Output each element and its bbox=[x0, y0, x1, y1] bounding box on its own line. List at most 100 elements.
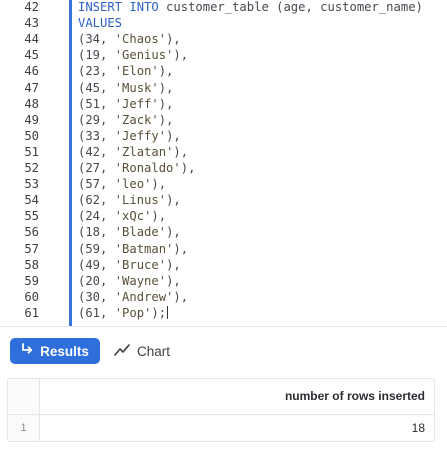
code-token: customer_table (age, customer_name) bbox=[158, 0, 423, 14]
line-number: 52 bbox=[24, 161, 39, 175]
line-number: 61 bbox=[24, 305, 39, 320]
code-text: (34, 'Chaos'), bbox=[78, 31, 181, 47]
code-token: ), bbox=[166, 193, 181, 208]
code-token: ); bbox=[151, 305, 167, 320]
code-line[interactable]: 58 (49, 'Bruce'), bbox=[0, 257, 447, 273]
string-literal: 'Zlatan' bbox=[114, 144, 174, 159]
code-token: ), bbox=[151, 177, 167, 192]
code-text: (24, 'xQc'), bbox=[78, 208, 166, 224]
line-number: 49 bbox=[24, 112, 39, 127]
code-line[interactable]: 46 (23, 'Elon'), bbox=[0, 63, 447, 79]
code-text: (19, 'Genius'), bbox=[78, 47, 188, 63]
string-literal: 'Pop' bbox=[114, 305, 152, 320]
cell-rows-inserted[interactable]: 18 bbox=[412, 415, 425, 441]
string-literal: 'Jeffy' bbox=[114, 128, 167, 143]
code-text: (57, 'leo'), bbox=[78, 176, 166, 192]
code-text: VALUES bbox=[78, 15, 122, 31]
code-token: (61, bbox=[78, 305, 115, 320]
line-number: 59 bbox=[24, 273, 39, 288]
code-token: ), bbox=[151, 209, 167, 224]
line-number: 57 bbox=[24, 241, 39, 256]
code-text: (20, 'Wayne'), bbox=[78, 273, 181, 289]
code-text: (33, 'Jeffy'), bbox=[78, 128, 181, 144]
code-line[interactable]: 48 (51, 'Jeff'), bbox=[0, 96, 447, 112]
code-text: (29, 'Zack'), bbox=[78, 112, 173, 128]
code-token: ), bbox=[173, 289, 189, 304]
code-token: (45, bbox=[78, 80, 115, 95]
code-text: (59, 'Batman'), bbox=[78, 241, 188, 257]
code-line[interactable]: 52 (27, 'Ronaldo'), bbox=[0, 160, 447, 176]
code-line[interactable]: 53 (57, 'leo'), bbox=[0, 176, 447, 192]
code-token: (18, bbox=[78, 225, 115, 240]
code-line[interactable]: 56 (18, 'Blade'), bbox=[0, 224, 447, 240]
code-line[interactable]: 42 INSERT INTO customer_table (age, custo… bbox=[0, 0, 447, 15]
code-token: ), bbox=[166, 273, 181, 288]
code-token: (42, bbox=[78, 144, 115, 159]
code-text: (30, 'Andrew'), bbox=[78, 289, 188, 305]
code-line[interactable]: 61 (61, 'Pop'); bbox=[0, 305, 447, 321]
code-token: ), bbox=[180, 161, 196, 175]
code-token: ), bbox=[166, 257, 181, 272]
code-token: (19, bbox=[78, 48, 115, 63]
code-line[interactable]: 49 (29, 'Zack'), bbox=[0, 112, 447, 128]
code-text: (61, 'Pop'); bbox=[78, 305, 169, 321]
code-token: (49, bbox=[78, 257, 115, 272]
code-token: ), bbox=[158, 96, 174, 111]
code-token: ), bbox=[158, 64, 174, 79]
code-line[interactable]: 50 (33, 'Jeffy'), bbox=[0, 128, 447, 144]
string-literal: 'Elon' bbox=[114, 64, 159, 79]
sql-keyword: INSERT INTO bbox=[78, 0, 159, 14]
code-token: ), bbox=[158, 80, 174, 95]
tab-chart[interactable]: Chart bbox=[114, 338, 186, 364]
line-number: 54 bbox=[24, 193, 39, 208]
string-literal: 'Genius' bbox=[114, 48, 174, 63]
code-line[interactable]: 60 (30, 'Andrew'), bbox=[0, 289, 447, 305]
string-literal: 'xQc' bbox=[114, 209, 152, 224]
row-number: 1 bbox=[20, 422, 27, 434]
tab-chart-label: Chart bbox=[137, 343, 171, 359]
line-number: 44 bbox=[24, 32, 39, 47]
code-token: (62, bbox=[78, 193, 115, 208]
code-text: INSERT INTO customer_table (age, custome… bbox=[78, 0, 423, 15]
string-literal: 'Batman' bbox=[114, 241, 174, 256]
code-token: ), bbox=[173, 144, 189, 159]
string-literal: 'leo' bbox=[114, 177, 152, 192]
code-token: (27, bbox=[78, 161, 115, 175]
code-line[interactable]: 51 (42, 'Zlatan'), bbox=[0, 144, 447, 160]
sql-editor[interactable]: 42 INSERT INTO customer_table (age, custo… bbox=[0, 0, 447, 326]
string-literal: 'Wayne' bbox=[114, 273, 167, 288]
code-token: (33, bbox=[78, 128, 115, 143]
code-token: ), bbox=[166, 128, 181, 143]
code-line[interactable]: 55 (24, 'xQc'), bbox=[0, 208, 447, 224]
code-line[interactable]: 44 (34, 'Chaos'), bbox=[0, 31, 447, 47]
line-number: 47 bbox=[24, 80, 39, 95]
line-number: 43 bbox=[24, 16, 39, 31]
line-number: 56 bbox=[24, 225, 39, 240]
code-line[interactable]: 45 (19, 'Genius'), bbox=[0, 47, 447, 63]
string-literal: 'Ronaldo' bbox=[114, 161, 181, 175]
code-token: (29, bbox=[78, 112, 115, 127]
code-text: (49, 'Bruce'), bbox=[78, 257, 181, 273]
string-literal: 'Zack' bbox=[114, 112, 159, 127]
result-tabs-bar: Results Chart bbox=[0, 326, 447, 377]
line-number: 55 bbox=[24, 209, 39, 224]
sql-keyword: VALUES bbox=[78, 16, 123, 31]
line-number: 51 bbox=[24, 144, 39, 159]
code-line[interactable]: 43 VALUES bbox=[0, 15, 447, 31]
table-row[interactable]: 1 18 bbox=[8, 415, 434, 441]
tab-results[interactable]: Results bbox=[10, 338, 100, 364]
code-line[interactable]: 47 (45, 'Musk'), bbox=[0, 80, 447, 96]
code-line[interactable]: 57 (59, 'Batman'), bbox=[0, 241, 447, 257]
string-literal: 'Jeff' bbox=[114, 96, 159, 111]
code-token: (23, bbox=[78, 64, 115, 79]
line-number: 48 bbox=[24, 96, 39, 111]
code-token: ), bbox=[158, 112, 174, 127]
code-text: (45, 'Musk'), bbox=[78, 80, 173, 96]
line-number: 60 bbox=[24, 289, 39, 304]
code-token: ), bbox=[173, 241, 189, 256]
code-text: (23, 'Elon'), bbox=[78, 63, 173, 79]
code-line[interactable]: 54 (62, 'Linus'), bbox=[0, 192, 447, 208]
code-token: (30, bbox=[78, 289, 115, 304]
code-line[interactable]: 59 (20, 'Wayne'), bbox=[0, 273, 447, 289]
column-header-rows-inserted[interactable]: number of rows inserted bbox=[285, 379, 425, 414]
